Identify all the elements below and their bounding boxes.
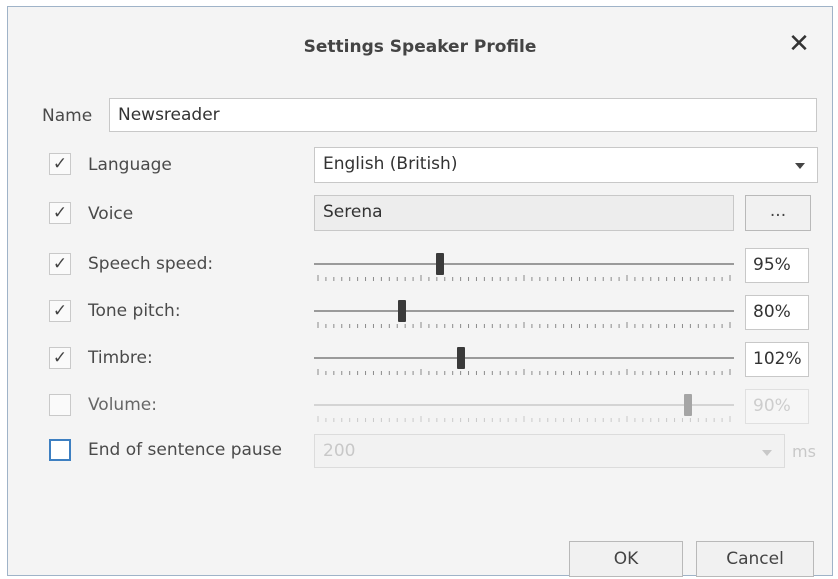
timbre-slider-track[interactable] xyxy=(314,357,734,359)
pause-select-value: 200 xyxy=(323,441,356,461)
speed-slider-track[interactable] xyxy=(314,263,734,265)
speed-value-input[interactable]: 95% xyxy=(745,248,809,283)
pitch-value-input[interactable]: 80% xyxy=(745,295,809,330)
ok-button[interactable]: OK xyxy=(569,541,683,577)
close-icon[interactable]: ✕ xyxy=(784,29,814,59)
pause-unit: ms xyxy=(792,442,816,461)
settings-dialog: Settings Speaker Profile ✕ Name ✓ Langua… xyxy=(7,6,833,577)
chevron-down-icon xyxy=(762,450,772,456)
name-label: Name xyxy=(42,106,93,126)
chevron-down-icon xyxy=(795,163,805,169)
speed-checkbox[interactable]: ✓ xyxy=(49,253,71,275)
title-bar: Settings Speaker Profile ✕ xyxy=(8,7,832,81)
voice-checkbox[interactable]: ✓ xyxy=(49,202,71,224)
voice-field: Serena xyxy=(314,195,734,231)
volume-slider-track[interactable] xyxy=(314,404,734,406)
language-select-value: English (British) xyxy=(323,154,458,174)
pitch-slider-track[interactable] xyxy=(314,310,734,312)
speed-slider-ticks xyxy=(317,275,731,281)
volume-value-input: 90% xyxy=(745,389,809,424)
timbre-value-input[interactable]: 102% xyxy=(745,342,809,377)
timbre-slider-thumb[interactable] xyxy=(457,347,465,369)
timbre-label: Timbre: xyxy=(88,348,153,368)
dialog-title: Settings Speaker Profile xyxy=(303,37,537,57)
pitch-label: Tone pitch: xyxy=(88,301,181,321)
timbre-checkbox[interactable]: ✓ xyxy=(49,347,71,369)
language-label: Language xyxy=(88,155,172,175)
pause-label: End of sentence pause xyxy=(88,440,282,460)
pause-checkbox[interactable] xyxy=(49,439,71,461)
name-input[interactable] xyxy=(109,98,817,132)
voice-browse-button[interactable]: ... xyxy=(745,195,811,231)
speed-slider-thumb[interactable] xyxy=(436,253,444,275)
pitch-checkbox[interactable]: ✓ xyxy=(49,300,71,322)
cancel-button[interactable]: Cancel xyxy=(696,541,814,577)
timbre-slider-ticks xyxy=(317,369,731,375)
volume-slider-thumb xyxy=(683,394,692,416)
pause-select: 200 xyxy=(314,434,785,468)
volume-slider-ticks xyxy=(317,416,731,422)
pitch-slider-ticks xyxy=(317,322,731,328)
speed-label: Speech speed: xyxy=(88,254,214,274)
volume-label: Volume: xyxy=(88,395,157,415)
volume-checkbox[interactable] xyxy=(49,394,71,416)
language-checkbox[interactable]: ✓ xyxy=(49,153,71,175)
language-select[interactable]: English (British) xyxy=(314,147,818,183)
voice-label: Voice xyxy=(88,204,134,224)
pitch-slider-thumb[interactable] xyxy=(398,300,407,322)
voice-value: Serena xyxy=(323,202,383,222)
